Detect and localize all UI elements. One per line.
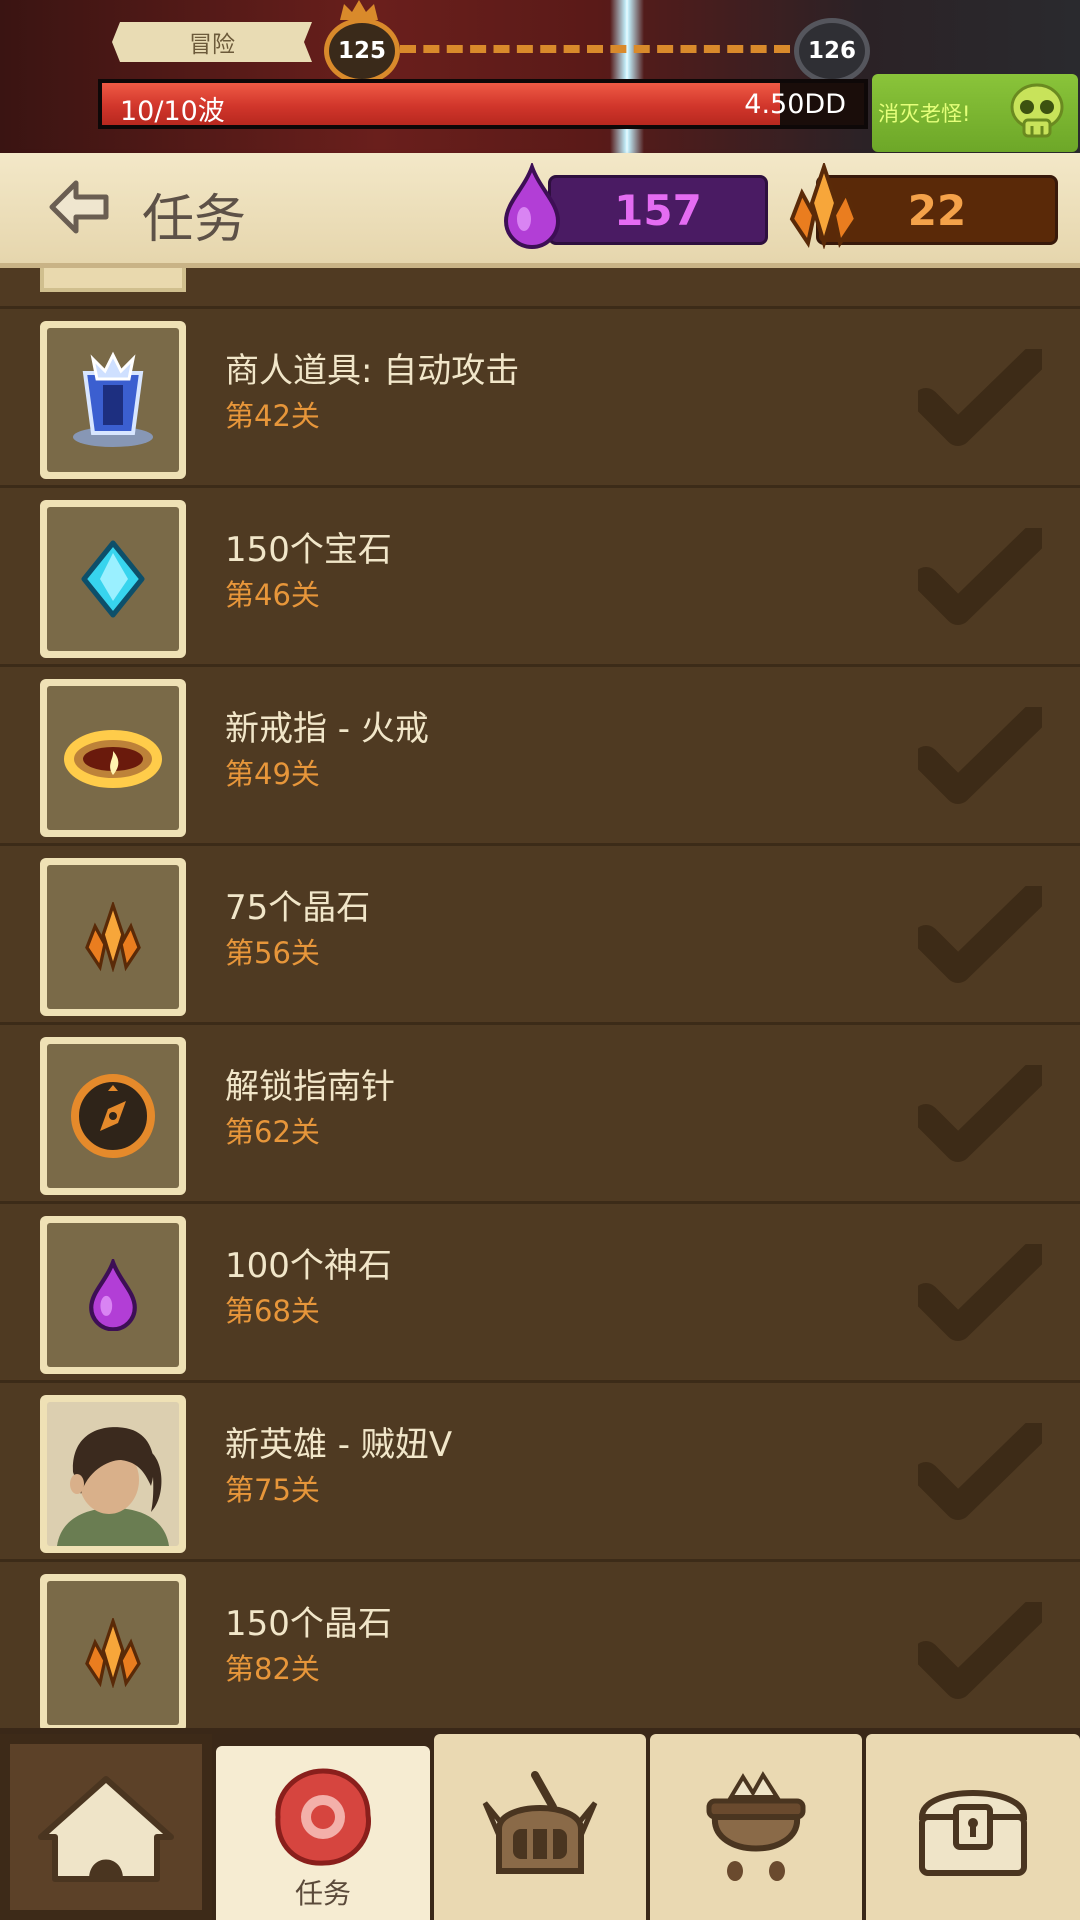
crown-icon <box>340 0 378 20</box>
damage-value: 4.50DD <box>744 89 846 120</box>
gem-counter[interactable]: 157 <box>548 175 768 245</box>
crystal-count: 22 <box>907 185 967 235</box>
tent-icon <box>38 1776 174 1882</box>
task-icon-frame <box>40 1395 186 1553</box>
hero-portrait-icon <box>57 1427 169 1546</box>
task-level: 第75关 <box>225 1473 320 1507</box>
nav-tab-tasks[interactable]: 任务 <box>216 1746 430 1920</box>
check-icon <box>918 1423 1042 1520</box>
check-icon <box>918 1244 1042 1341</box>
next-level-badge: 126 <box>794 18 870 84</box>
task-level: 第68关 <box>225 1294 320 1328</box>
task-title: 商人道具: 自动攻击 <box>225 351 520 391</box>
current-level-badge: 125 <box>324 18 400 84</box>
task-title: 解锁指南针 <box>225 1067 395 1107</box>
fire-ring-icon <box>64 730 162 788</box>
back-arrow-icon[interactable] <box>46 177 112 237</box>
crystal-reward-icon <box>85 1618 141 1688</box>
check-icon <box>918 349 1042 446</box>
task-icon-frame <box>40 1574 186 1728</box>
compass-icon <box>71 1074 155 1158</box>
task-title: 新戒指 - 火戒 <box>225 709 429 749</box>
task-icon-frame <box>40 858 186 1016</box>
check-icon <box>918 886 1042 983</box>
task-title: 新英雄 - 贼妞V <box>225 1425 453 1465</box>
nav-tasks-label: 任务 <box>294 1877 351 1910</box>
task-row[interactable]: 新戒指 - 火戒 第49关 <box>0 664 1080 842</box>
locked-chest-icon <box>918 1790 1028 1876</box>
task-row[interactable]: 75个晶石 第56关 <box>0 843 1080 1021</box>
task-row[interactable]: 100个神石 第68关 <box>0 1201 1080 1379</box>
task-level: 第49关 <box>225 757 320 791</box>
wave-counter: 10/10波 <box>120 96 225 127</box>
bottom-navigation: 任务 <box>0 1728 1080 1920</box>
mode-label: 冒险 <box>189 32 235 58</box>
task-icon-frame <box>40 679 186 837</box>
task-title: 100个神石 <box>225 1246 392 1286</box>
task-row[interactable]: 新英雄 - 贼妞V 第75关 <box>0 1380 1080 1558</box>
task-row[interactable]: 150个晶石 第82关 <box>0 1559 1080 1728</box>
auto-attack-icon <box>73 351 153 447</box>
task-icon-frame <box>40 1037 186 1195</box>
wave-health-bar: 10/10波 4.50DD <box>98 79 868 129</box>
task-title: 150个宝石 <box>225 530 392 570</box>
next-level-number: 126 <box>807 38 856 64</box>
gem-reward-icon <box>81 540 145 618</box>
task-title: 150个晶石 <box>225 1604 392 1644</box>
nav-tab-cauldron[interactable] <box>650 1734 862 1920</box>
nav-tab-chest[interactable] <box>866 1734 1080 1920</box>
task-level: 第42关 <box>225 399 320 433</box>
knight-helmet-icon <box>482 1771 598 1874</box>
nav-tab-heroes[interactable] <box>434 1734 646 1920</box>
current-level-number: 125 <box>337 38 386 64</box>
orange-crystal-icon <box>789 163 859 249</box>
defeat-boss-button[interactable]: 消灭老怪! <box>872 74 1078 152</box>
nav-tab-camp[interactable] <box>0 1734 212 1920</box>
page-title: 任务 <box>142 190 247 250</box>
check-icon <box>918 1602 1042 1699</box>
purple-gem-icon <box>503 163 561 249</box>
cauldron-icon <box>706 1771 806 1881</box>
task-level: 第62关 <box>225 1115 320 1149</box>
wax-seal-icon <box>275 1768 371 1866</box>
task-icon-frame <box>40 321 186 479</box>
task-title: 75个晶石 <box>225 888 371 928</box>
mode-banner: 冒险 <box>112 22 312 62</box>
task-row[interactable]: 150个宝石 第46关 <box>0 485 1080 663</box>
check-icon <box>918 528 1042 625</box>
task-level: 第46关 <box>225 578 320 612</box>
skull-icon <box>1010 83 1064 138</box>
task-list[interactable]: 商人道具: 自动攻击 第42关 150个宝石 第46关 新戒指 - 火戒 第49… <box>0 268 1080 1728</box>
game-status-bar: 冒险 125 126 10/10波 4.50DD 消灭老怪! <box>0 0 1080 158</box>
check-icon <box>918 1065 1042 1162</box>
level-progress-track <box>400 45 790 53</box>
page-header: 任务 157 22 <box>0 153 1080 269</box>
crystal-reward-icon <box>85 902 141 972</box>
gem-count: 157 <box>614 185 702 235</box>
check-icon <box>918 707 1042 804</box>
partial-task-icon-frame <box>40 268 186 292</box>
task-level: 第82关 <box>225 1652 320 1686</box>
divine-stone-icon <box>89 1259 137 1331</box>
task-icon-frame <box>40 500 186 658</box>
task-icon-frame <box>40 1216 186 1374</box>
task-row[interactable]: 商人道具: 自动攻击 第42关 <box>0 306 1080 484</box>
task-level: 第56关 <box>225 936 320 970</box>
task-row[interactable]: 解锁指南针 第62关 <box>0 1022 1080 1200</box>
defeat-boss-label: 消灭老怪! <box>878 102 971 126</box>
